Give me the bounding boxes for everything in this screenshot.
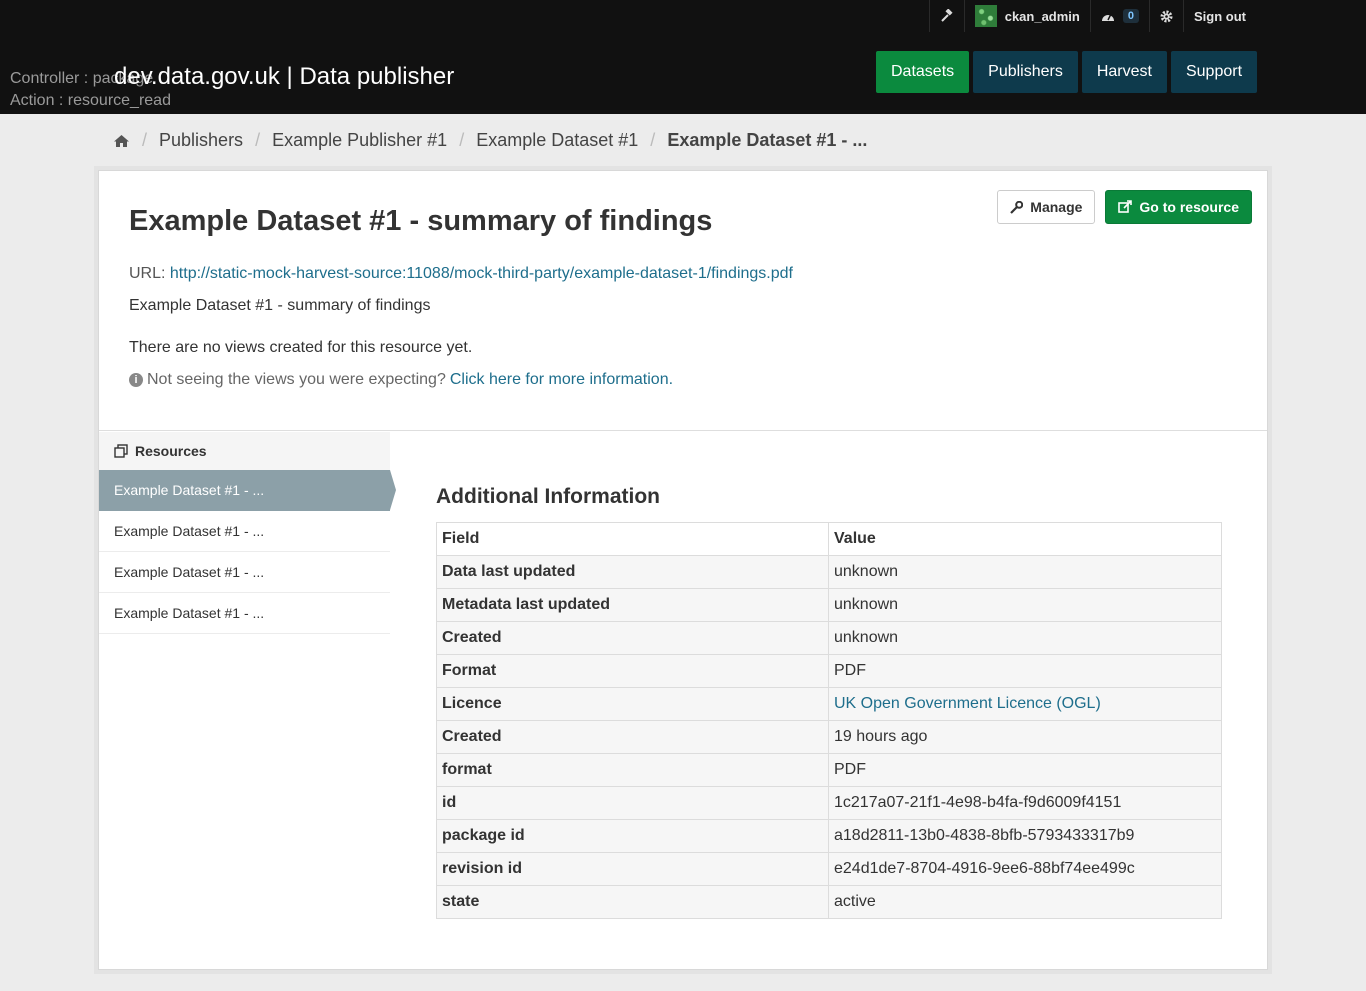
breadcrumb-publisher[interactable]: Example Publisher #1: [272, 130, 447, 151]
manage-label: Manage: [1030, 199, 1083, 215]
row-field: package id: [436, 819, 829, 853]
avatar: [974, 5, 997, 27]
table-row: Created 19 hours ago: [436, 720, 1222, 754]
resource-url-line: URL: http://static-mock-harvest-source:1…: [129, 265, 793, 283]
row-value: unknown: [828, 588, 1222, 622]
row-value: e24d1de7-8704-4916-9ee6-88bf74ee499c: [828, 852, 1222, 886]
wrench-icon: [1010, 200, 1024, 214]
gavel-icon: [941, 9, 953, 22]
row-field: Format: [436, 654, 829, 688]
table-row: Licence UK Open Government Licence (OGL): [436, 687, 1222, 721]
table-row: Metadata last updated unknown: [436, 588, 1222, 622]
go-to-resource-button[interactable]: Go to resource: [1105, 190, 1252, 224]
nav-support[interactable]: Support: [1170, 51, 1258, 93]
external-link-icon: [1118, 200, 1133, 213]
table-row: id 1c217a07-21f1-4e98-b4fa-f9d6009f4151: [436, 786, 1222, 820]
row-value: 1c217a07-21f1-4e98-b4fa-f9d6009f4151: [828, 786, 1222, 820]
resources-heading-label: Resources: [135, 443, 207, 459]
row-value: active: [828, 885, 1222, 919]
page-title: Example Dataset #1 - summary of findings: [129, 205, 713, 237]
username: ckan_admin: [1004, 8, 1080, 24]
nav-datasets[interactable]: Datasets: [876, 51, 970, 93]
home-icon[interactable]: [113, 134, 130, 148]
licence-link[interactable]: UK Open Government Licence (OGL): [834, 695, 1101, 712]
table-header-row: Field Value: [436, 522, 1222, 556]
table-row: Format PDF: [436, 654, 1222, 688]
dashboard-count-badge: 0: [1122, 9, 1139, 23]
account-bar: ckan_admin 0 Sign out: [928, 0, 1256, 32]
row-value: 19 hours ago: [828, 720, 1222, 754]
row-value: unknown: [828, 555, 1222, 589]
table-row: state active: [436, 885, 1222, 919]
debug-action: Action : resource_read: [10, 92, 171, 109]
table-row: revision id e24d1de7-8704-4916-9ee6-88bf7…: [436, 852, 1222, 886]
resource-url-link[interactable]: http://static-mock-harvest-source:11088/…: [170, 265, 793, 282]
row-value: PDF: [828, 654, 1222, 688]
views-hint: i Not seeing the views you were expectin…: [129, 371, 673, 389]
nav-harvest[interactable]: Harvest: [1081, 51, 1167, 93]
resource-list-item[interactable]: Example Dataset #1 - ...: [99, 593, 390, 634]
go-to-resource-label: Go to resource: [1139, 199, 1239, 215]
additional-info-table: Field Value Data last updated unknown Met…: [436, 522, 1222, 919]
url-label: URL:: [129, 265, 166, 282]
resource-list-item[interactable]: Example Dataset #1 - ...: [99, 552, 390, 593]
sysadmin-link[interactable]: [928, 0, 964, 32]
resource-list-item[interactable]: Example Dataset #1 - ...: [99, 511, 390, 552]
row-field: id: [436, 786, 829, 820]
row-value: PDF: [828, 753, 1222, 787]
breadcrumb: / Publishers / Example Publisher #1 / Ex…: [113, 130, 867, 151]
signout-link[interactable]: Sign out: [1183, 0, 1256, 32]
manage-button[interactable]: Manage: [997, 190, 1096, 224]
table-row: package id a18d2811-13b0-4838-8bfb-579343…: [436, 819, 1222, 853]
row-field: state: [436, 885, 829, 919]
resource-list: Example Dataset #1 - ... Example Dataset…: [99, 470, 396, 634]
gear-icon: [1160, 10, 1173, 22]
dashboard-link[interactable]: 0: [1089, 0, 1149, 32]
breadcrumb-resource[interactable]: Example Dataset #1 - ...: [667, 130, 867, 151]
dashboard-icon: [1101, 13, 1114, 21]
table-row: format PDF: [436, 753, 1222, 787]
row-value: unknown: [828, 621, 1222, 655]
row-field: Created: [436, 720, 829, 754]
hint-link[interactable]: Click here for more information.: [450, 371, 673, 389]
row-field: Data last updated: [436, 555, 829, 589]
resources-heading: Resources: [99, 432, 390, 470]
masthead: ckan_admin 0 Sign out Controller : packa…: [0, 0, 1366, 114]
resource-description: Example Dataset #1 - summary of findings: [129, 297, 431, 314]
resource-list-item[interactable]: Example Dataset #1 - ...: [99, 470, 396, 511]
row-field: Metadata last updated: [436, 588, 829, 622]
main-nav: Datasets Publishers Harvest Support: [876, 51, 1258, 93]
resources-sidebar: Resources Example Dataset #1 - ... Examp…: [99, 432, 396, 634]
copy-icon: [114, 444, 128, 458]
row-field: Licence: [436, 687, 829, 721]
info-icon: i: [129, 373, 143, 387]
user-link[interactable]: ckan_admin: [963, 0, 1090, 32]
table-row: Data last updated unknown: [436, 555, 1222, 589]
resource-actions: Manage Go to resource: [997, 190, 1252, 224]
nav-publishers[interactable]: Publishers: [973, 51, 1078, 93]
row-field: Created: [436, 621, 829, 655]
row-value: a18d2811-13b0-4838-8bfb-5793433317b9: [828, 819, 1222, 853]
row-value: UK Open Government Licence (OGL): [828, 687, 1222, 721]
row-field: revision id: [436, 852, 829, 886]
settings-link[interactable]: [1149, 0, 1183, 32]
site-title[interactable]: dev.data.gov.uk | Data publisher: [114, 62, 454, 92]
row-field: format: [436, 753, 829, 787]
resource-panel: Manage Go to resource Example Dataset #1…: [98, 170, 1268, 970]
column-header-value: Value: [828, 522, 1222, 556]
hint-text: Not seeing the views you were expecting?: [147, 371, 446, 388]
resource-header: Manage Go to resource Example Dataset #1…: [99, 171, 1267, 431]
additional-info-heading: Additional Information: [436, 485, 660, 508]
column-header-field: Field: [436, 522, 829, 556]
breadcrumb-publishers[interactable]: Publishers: [159, 130, 243, 151]
table-row: Created unknown: [436, 621, 1222, 655]
breadcrumb-dataset[interactable]: Example Dataset #1: [476, 130, 638, 151]
no-views-message: There are no views created for this reso…: [129, 339, 473, 356]
